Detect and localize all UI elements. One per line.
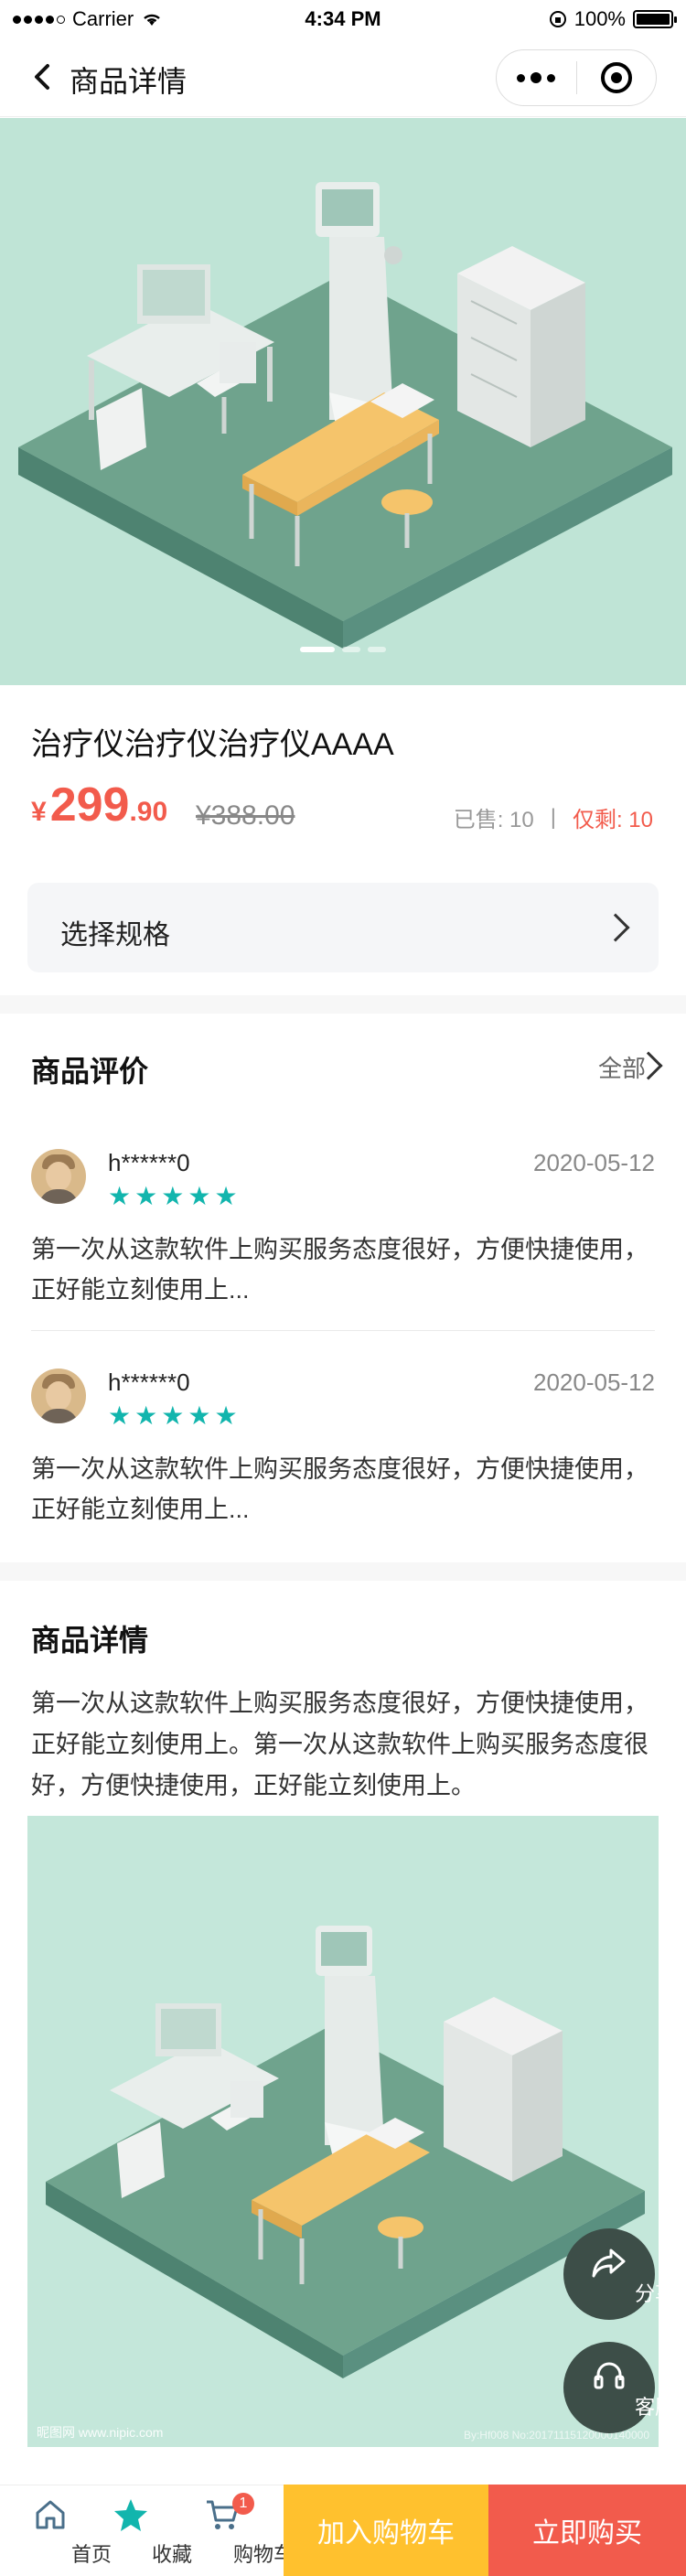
spec-label: 选择规格 [60, 920, 170, 950]
price-decimal: .90 [129, 797, 168, 827]
share-icon [592, 2249, 626, 2278]
banner-illustration [18, 182, 672, 649]
star-icon: ★ [108, 1182, 132, 1210]
avatar [31, 1149, 86, 1204]
sales-separator: | [550, 804, 556, 830]
add-to-cart-button[interactable]: 加入购物车 [284, 2485, 488, 2576]
product-title: 治疗仪治疗仪治疗仪AAAA [31, 727, 394, 762]
mini-program-capsule [496, 49, 657, 106]
star-icon [114, 2499, 147, 2531]
battery-info: 100% [549, 7, 677, 31]
product-price: ¥ 299 .90 [31, 778, 167, 832]
share-label: 分享 [634, 2282, 675, 2305]
close-mini-program-button[interactable] [577, 50, 657, 105]
price-integer: 299 [49, 778, 130, 832]
detail-image: 昵图网 www.nipic.com By:Hf008 No:2017111512… [27, 1816, 659, 2447]
detail-description: 第一次从这款软件上购买服务态度很好，方便快捷使用，正好能立刻使用上。第一次从这款… [31, 1690, 648, 1799]
star-icon: ★ [108, 1401, 132, 1430]
back-arrow-icon[interactable] [26, 59, 62, 95]
star-icon: ★ [134, 1182, 158, 1210]
star-icon: ★ [214, 1401, 238, 1430]
sold-count: 已售: 10 [453, 808, 534, 832]
star-icon: ★ [134, 1401, 158, 1430]
star-icon: ★ [188, 1401, 211, 1430]
tab-home[interactable]: 首页 [9, 2485, 112, 2576]
review-text: 第一次从这款软件上购买服务态度很好，方便快捷使用，正好能立刻使用上... [31, 1455, 648, 1523]
buy-now-button[interactable]: 立即购买 [488, 2485, 686, 2576]
headset-icon [594, 2362, 625, 2389]
review-item: h******0 2020-05-12 ★ ★ ★ ★ ★ 第一次从这款软件上购买服务态… [31, 1368, 655, 1524]
section-gap [0, 1562, 686, 1581]
customer-service-button[interactable]: 客服 [563, 2342, 675, 2433]
orientation-lock-icon [549, 11, 566, 27]
star-icon: ★ [214, 1182, 238, 1210]
status-bar: Carrier 4:34 PM 100% [0, 0, 686, 37]
watermark: 昵图网 www.nipic.com [37, 2425, 164, 2440]
review-divider [31, 1330, 655, 1331]
product-banner[interactable] [0, 118, 686, 685]
battery-icon [633, 10, 677, 28]
reviewer-name: h******0 [108, 1149, 190, 1176]
reviews-title: 商品评价 [31, 1055, 149, 1088]
target-icon [600, 62, 632, 93]
section-gap [0, 995, 686, 1014]
original-price: ¥388.00 [196, 800, 295, 831]
review-date: 2020-05-12 [533, 1149, 655, 1176]
tab-favorites[interactable]: 收藏 [90, 2485, 192, 2576]
nav-bar: 商品详情 [0, 37, 686, 117]
star-rating: ★ ★ ★ ★ ★ [108, 1403, 238, 1429]
indicator-dot[interactable] [368, 647, 386, 652]
sales-info: 已售: 10 | 仅剩: 10 [454, 801, 653, 833]
star-icon: ★ [188, 1182, 211, 1210]
detail-illustration [46, 1926, 645, 2378]
page-title: 商品详情 [70, 65, 188, 98]
banner-indicators [0, 647, 686, 652]
star-icon: ★ [161, 1401, 185, 1430]
star-icon: ★ [161, 1182, 185, 1210]
home-icon [36, 2500, 65, 2529]
reviewer-name: h******0 [108, 1368, 190, 1396]
chevron-right-icon [601, 913, 630, 942]
battery-percent: 100% [573, 7, 626, 30]
star-rating: ★ ★ ★ ★ ★ [108, 1184, 238, 1209]
cart-badge: 1 [232, 2493, 254, 2515]
remaining-count: 仅剩: 10 [572, 808, 653, 832]
indicator-dot-active[interactable] [300, 647, 335, 652]
detail-title: 商品详情 [31, 1624, 149, 1657]
indicator-dot[interactable] [342, 647, 360, 652]
review-text: 第一次从这款软件上购买服务态度很好，方便快捷使用，正好能立刻使用上... [31, 1236, 648, 1304]
share-button[interactable]: 分享 [563, 2228, 675, 2320]
review-date: 2020-05-12 [533, 1368, 655, 1396]
price-symbol: ¥ [31, 797, 47, 827]
tab-cart[interactable]: 1 购物车 [181, 2485, 294, 2576]
avatar [31, 1368, 86, 1423]
spec-selector[interactable]: 选择规格 [27, 883, 659, 972]
review-item: h******0 2020-05-12 ★ ★ ★ ★ ★ 第一次从这款软件上购买服务态… [31, 1149, 655, 1304]
customer-service-label: 客服 [634, 2396, 675, 2419]
more-menu-button[interactable] [497, 50, 576, 105]
